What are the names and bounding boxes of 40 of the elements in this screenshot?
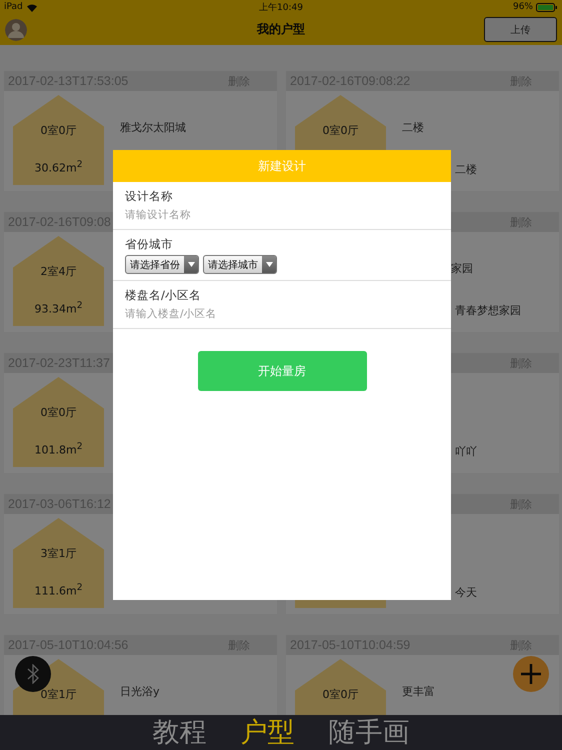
room-count: 3室1厅 [40,546,76,561]
tab[interactable]: 教程 [152,715,206,750]
tab[interactable]: 随手画 [328,715,410,750]
area-value: 111.6m$^{2}$ [34,582,83,598]
field-label: 设计名称 [125,189,174,204]
dialog-title: 新建设计 [113,150,451,182]
battery-icon [536,2,558,12]
project-name: 更丰富 [402,684,435,700]
dropdown-arrow-icon [266,262,272,267]
district-name: 二楼 [455,162,477,178]
project-name: 二楼 [402,120,424,136]
bluetooth-icon [26,664,40,684]
area-value: 93.34m$^{2}$ [34,300,83,316]
tab[interactable]: 户型 [240,715,294,750]
area-value: 30.62m$^{2}$ [34,159,83,175]
battery-percent: 96% [512,2,533,12]
district-name: 青春梦想家园 [455,303,521,319]
area-value: 101.8m$^{2}$ [34,441,83,457]
field-label: 省份城市 [125,237,174,252]
project-name: 雅戈尔太阳城 [120,120,186,136]
status-time: 上午10:49 [259,2,303,14]
project-name: 日光浴y [120,684,160,700]
device-name: iPad [4,2,23,12]
upload-button[interactable]: 上传 [484,17,557,42]
dropdown[interactable]: 请选择城市 [203,255,277,274]
room-count: 0室0厅 [40,405,76,420]
room-count: 0室0厅 [322,123,358,138]
page-title: 我的户型 [257,21,305,38]
project-name: 家园 [451,261,473,277]
district-name: 今天 [455,585,477,601]
room-count: 0室0厅 [322,687,358,702]
dropdown[interactable]: 请选择省份 [125,255,199,274]
room-count: 0室1厅 [40,687,76,702]
wifi-icon [26,2,38,12]
plus-icon [520,663,542,685]
dropdown-arrow-icon [188,262,194,267]
field-label: 楼盘名/小区名 [125,288,202,303]
room-count: 0室0厅 [40,123,76,138]
district-name: 吖吖 [455,444,477,460]
room-count: 2室4厅 [40,264,76,279]
